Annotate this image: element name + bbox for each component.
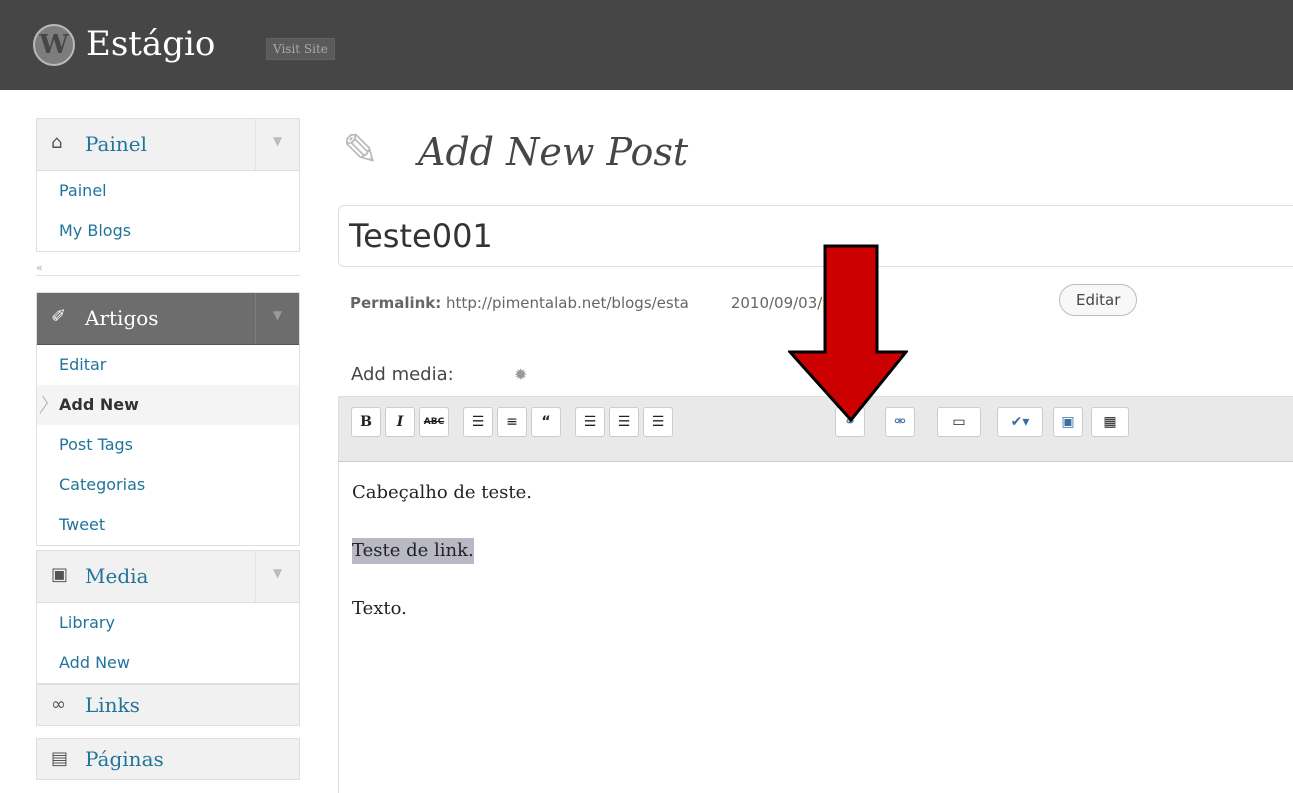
permalink-url-start: http://pimentalab.net/blogs/esta — [446, 294, 689, 312]
sidebar-item-media-add-new[interactable]: Add New — [37, 643, 299, 683]
kitchen-sink-icon[interactable]: ▦ — [1091, 407, 1129, 437]
editor-content[interactable]: Cabeçalho de teste. Teste de link. Texto… — [338, 462, 1293, 793]
arrow-shape — [788, 244, 908, 422]
sidebar-item-editar[interactable]: Editar — [37, 345, 299, 385]
site-title[interactable]: Estágio — [86, 22, 215, 66]
spellcheck-icon[interactable]: ✔▾ — [997, 407, 1043, 437]
collapse-icon[interactable]: « — [36, 262, 43, 274]
permalink-label: Permalink: — [350, 294, 442, 312]
sidebar-item-add-new-post[interactable]: Add New — [37, 385, 299, 425]
permalink-row: Permalink: http://pimentalab.net/blogs/e… — [350, 292, 856, 314]
sidebar-item-tweet[interactable]: Tweet — [37, 505, 299, 545]
red-arrow-annotation — [788, 244, 908, 422]
more-tag-icon[interactable]: ▭ — [937, 407, 981, 437]
menu-head-painel[interactable]: ⌂ Painel ▼ — [37, 119, 299, 171]
menu-label-artigos: Artigos — [85, 306, 159, 330]
align-center-icon[interactable]: ☰ — [609, 407, 639, 437]
selected-paragraph[interactable]: Teste de link. — [352, 538, 474, 564]
toggle-arrow-icon[interactable]: ▼ — [255, 551, 299, 602]
align-left-icon[interactable]: ☰ — [575, 407, 605, 437]
sidebar-item-post-tags[interactable]: Post Tags — [37, 425, 299, 465]
menu-head-paginas[interactable]: ▤ Páginas — [37, 739, 299, 779]
menu-head-links[interactable]: ∞ Links — [37, 685, 299, 725]
collapse-menu[interactable]: « — [36, 262, 300, 276]
edit-permalink-button[interactable]: Editar — [1059, 284, 1138, 316]
pages-icon: ▤ — [51, 748, 69, 769]
page-title: Add New Post — [418, 130, 689, 174]
numbered-list-icon[interactable]: ≡ — [497, 407, 527, 437]
bullet-list-icon[interactable]: ☰ — [463, 407, 493, 437]
sidebar-item-my-blogs[interactable]: My Blogs — [37, 211, 299, 251]
sidebar-item-categorias[interactable]: Categorias — [37, 465, 299, 505]
menu-label-painel: Painel — [85, 132, 147, 156]
admin-header: W Estágio Visit Site — [0, 0, 1293, 90]
fullscreen-icon[interactable]: ▣ — [1053, 407, 1083, 437]
visit-site-button[interactable]: Visit Site — [266, 38, 335, 60]
menu-group-media: ▣ Media ▼ Library Add New — [36, 550, 300, 684]
toggle-arrow-icon[interactable]: ▼ — [255, 293, 299, 344]
sidebar-item-painel[interactable]: Painel — [37, 171, 299, 211]
menu-group-paginas: ▤ Páginas — [36, 738, 300, 780]
menu-group-painel: ⌂ Painel ▼ Painel My Blogs — [36, 118, 300, 252]
align-right-icon[interactable]: ☰ — [643, 407, 673, 437]
home-icon: ⌂ — [51, 132, 63, 153]
link-icon: ∞ — [51, 694, 66, 715]
media-icon: ▣ — [51, 564, 69, 585]
add-media-icon[interactable]: ✹ — [514, 363, 527, 387]
bold-button[interactable]: B — [351, 407, 381, 437]
toggle-arrow-icon[interactable]: ▼ — [255, 119, 299, 170]
menu-label-media: Media — [85, 564, 149, 588]
content-paragraph[interactable]: Cabeçalho de teste. — [352, 480, 532, 506]
pushpin-icon: ✎ — [342, 125, 379, 176]
add-media-label: Add media: — [351, 364, 454, 385]
blockquote-icon[interactable]: “ — [531, 407, 561, 437]
menu-group-links: ∞ Links — [36, 684, 300, 726]
menu-group-artigos: ✐ Artigos ▼ Editar Add New Post Tags Cat… — [36, 292, 300, 546]
strikethrough-button[interactable]: ABC — [419, 407, 449, 437]
menu-head-artigos[interactable]: ✐ Artigos ▼ — [37, 293, 299, 345]
menu-label-links: Links — [85, 693, 140, 717]
content-paragraph[interactable]: Texto. — [352, 596, 407, 622]
italic-button[interactable]: I — [385, 407, 415, 437]
menu-label-paginas: Páginas — [85, 747, 164, 771]
sidebar-item-library[interactable]: Library — [37, 603, 299, 643]
menu-head-media[interactable]: ▣ Media ▼ — [37, 551, 299, 603]
pin-icon: ✐ — [51, 306, 67, 327]
wordpress-logo-icon: W — [33, 24, 75, 66]
